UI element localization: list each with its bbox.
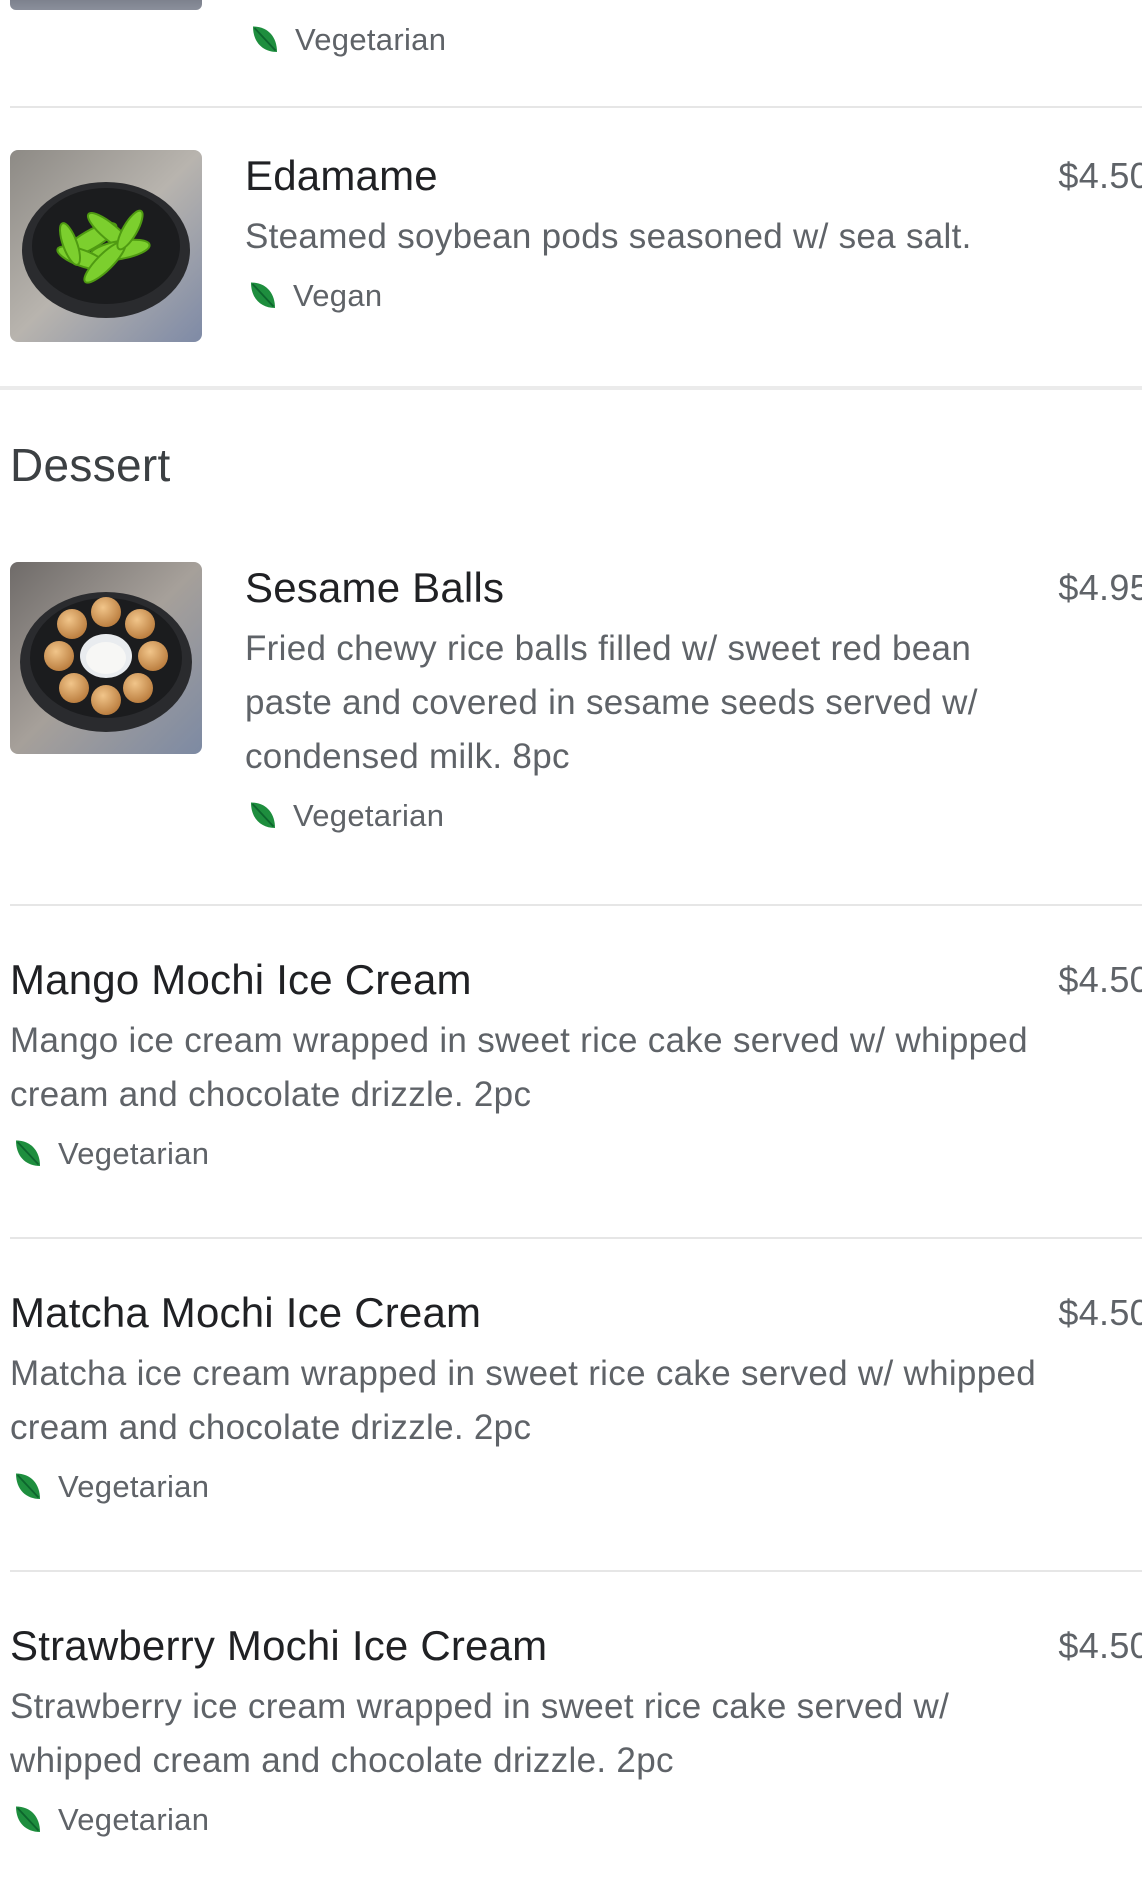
item-description: Strawberry ice cream wrapped in sweet ri… [10, 1687, 950, 1780]
item-price: $4.95 [1058, 567, 1142, 608]
sesame-balls-text: Sesame Balls Fried chewy rice balls fill… [245, 562, 1042, 834]
dietary-tag-label: Vegetarian [58, 1469, 210, 1504]
dietary-tag-label: Vegetarian [58, 1802, 210, 1837]
section-title-dessert: Dessert [10, 439, 171, 491]
menu-item-mango-mochi[interactable]: Mango Mochi Ice Cream Mango ice cream wr… [10, 954, 1142, 1194]
item-price: $4.50 [1058, 155, 1142, 196]
leaf-icon [16, 1473, 40, 1499]
item-divider [10, 1570, 1142, 1572]
strawberry-mochi-text: Strawberry Mochi Ice Cream Strawberry ic… [10, 1620, 972, 1838]
sesame-balls-photo[interactable] [10, 562, 202, 754]
leaf-icon [251, 282, 275, 308]
item-description: Matcha ice cream wrapped in sweet rice c… [10, 1354, 1036, 1447]
dietary-tag: Vegetarian [245, 798, 1042, 834]
menu-item-matcha-mochi[interactable]: Matcha Mochi Ice Cream Matcha ice cream … [10, 1287, 1142, 1527]
leaf-icon [251, 802, 275, 828]
edamame-text: Edamame Steamed soybean pods seasoned w/… [245, 150, 1042, 314]
item-name: Edamame [245, 152, 438, 199]
menu-page: Vegetarian Edamame Steamed soybean pods … [0, 0, 1142, 1892]
item-name: Strawberry Mochi Ice Cream [10, 1622, 548, 1669]
previous-item-photo[interactable] [10, 0, 202, 10]
item-description: Mango ice cream wrapped in sweet rice ca… [10, 1021, 1028, 1114]
previous-item-dietary-tag: Vegetarian [247, 22, 446, 58]
section-divider [0, 386, 1142, 390]
menu-item-strawberry-mochi[interactable]: Strawberry Mochi Ice Cream Strawberry ic… [10, 1620, 1142, 1870]
mango-mochi-text: Mango Mochi Ice Cream Mango ice cream wr… [10, 954, 1042, 1172]
previous-item-tag-label: Vegetarian [295, 22, 447, 57]
dietary-tag-label: Vegetarian [58, 1136, 210, 1171]
item-price: $4.50 [1058, 959, 1142, 1000]
dietary-tag: Vegan [245, 278, 1042, 314]
dietary-tag-label: Vegan [293, 278, 383, 313]
dietary-tag: Vegetarian [10, 1136, 1042, 1172]
edamame-photo[interactable] [10, 150, 202, 342]
leaf-icon [253, 26, 277, 52]
dietary-tag: Vegetarian [10, 1802, 972, 1838]
menu-item-sesame-balls[interactable]: Sesame Balls Fried chewy rice balls fill… [10, 562, 1142, 862]
item-name: Sesame Balls [245, 564, 505, 611]
matcha-mochi-text: Matcha Mochi Ice Cream Matcha ice cream … [10, 1287, 1042, 1505]
item-name: Mango Mochi Ice Cream [10, 956, 472, 1003]
sesame-balls-image [10, 562, 202, 754]
leaf-icon [16, 1806, 40, 1832]
menu-item-edamame[interactable]: Edamame Steamed soybean pods seasoned w/… [10, 150, 1142, 350]
item-price: $4.50 [1058, 1292, 1142, 1333]
dietary-tag: Vegetarian [10, 1469, 1042, 1505]
item-description: Steamed soybean pods seasoned w/ sea sal… [245, 217, 972, 256]
item-divider [10, 904, 1142, 906]
edamame-image [10, 150, 202, 342]
item-divider [10, 106, 1142, 108]
item-divider [10, 1237, 1142, 1239]
item-price: $4.50 [1058, 1625, 1142, 1666]
dietary-tag-label: Vegetarian [293, 798, 445, 833]
item-name: Matcha Mochi Ice Cream [10, 1289, 482, 1336]
leaf-icon [16, 1140, 40, 1166]
item-description: Fried chewy rice balls filled w/ sweet r… [245, 629, 978, 776]
